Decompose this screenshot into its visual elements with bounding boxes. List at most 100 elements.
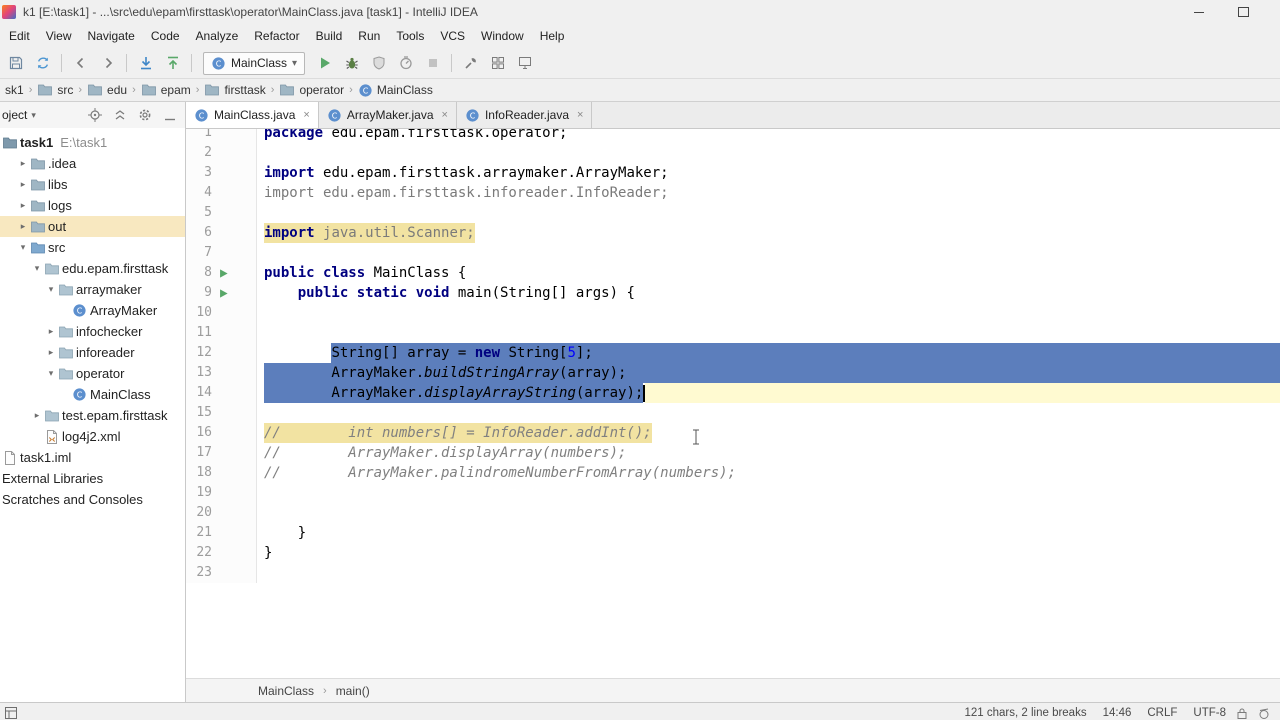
- line-number[interactable]: 13: [186, 363, 212, 383]
- code-line-16[interactable]: 16 // int numbers[] = InfoReader.addInt()…: [186, 423, 1280, 443]
- tree-item-log4j2-xml[interactable]: log4j2.xml: [0, 426, 185, 447]
- minimize-button[interactable]: [1176, 0, 1221, 24]
- menu-run[interactable]: Run: [350, 24, 388, 48]
- code-text[interactable]: [257, 563, 1280, 583]
- chevron-right-icon[interactable]: ▸: [16, 200, 30, 211]
- code-line-2[interactable]: 2: [186, 143, 1280, 163]
- tab-mainclass-java[interactable]: C MainClass.java ×: [186, 102, 319, 128]
- chevron-right-icon[interactable]: ▸: [16, 221, 30, 232]
- grid-button[interactable]: [484, 51, 511, 75]
- lock-icon[interactable]: [1236, 707, 1248, 720]
- breadcrumb-src[interactable]: src: [34, 82, 76, 98]
- breadcrumb-edu[interactable]: edu: [84, 82, 130, 98]
- code-line-10[interactable]: 10: [186, 303, 1280, 323]
- code-line-3[interactable]: 3 import edu.epam.firsttask.arraymaker.Ar…: [186, 163, 1280, 183]
- code-text[interactable]: import edu.epam.firsttask.inforeader.Inf…: [257, 183, 1280, 203]
- code-line-11[interactable]: 11: [186, 323, 1280, 343]
- tree-item-task1[interactable]: task1 E:\task1: [0, 132, 185, 153]
- chevron-down-icon[interactable]: ▾: [44, 284, 58, 295]
- tools-button[interactable]: [457, 51, 484, 75]
- line-number[interactable]: 22: [186, 543, 212, 563]
- line-number[interactable]: 12: [186, 343, 212, 363]
- run-line-icon[interactable]: [212, 283, 257, 303]
- code-line-19[interactable]: 19: [186, 483, 1280, 503]
- breadcrumb-class[interactable]: MainClass: [258, 684, 314, 698]
- code-text[interactable]: }: [257, 543, 1280, 563]
- code-text[interactable]: // ArrayMaker.displayArray(numbers);: [257, 443, 1280, 463]
- close-icon[interactable]: ×: [577, 109, 583, 121]
- menu-edit[interactable]: Edit: [1, 24, 38, 48]
- line-number[interactable]: 20: [186, 503, 212, 523]
- line-number[interactable]: 2: [186, 143, 212, 163]
- chevron-right-icon[interactable]: ▸: [16, 179, 30, 190]
- menu-refactor[interactable]: Refactor: [246, 24, 307, 48]
- line-number[interactable]: 7: [186, 243, 212, 263]
- collapse-all-button[interactable]: [111, 106, 129, 124]
- debug-button[interactable]: [338, 51, 365, 75]
- code-line-9[interactable]: 9 public static void main(String[] args)…: [186, 283, 1280, 303]
- close-icon[interactable]: ×: [303, 109, 309, 121]
- menu-navigate[interactable]: Navigate: [79, 24, 142, 48]
- code-line-12[interactable]: 12 String[] array = new String[5];: [186, 343, 1280, 363]
- breadcrumb-firsttask[interactable]: firsttask: [201, 82, 268, 98]
- back-button[interactable]: [67, 51, 94, 75]
- tree-item-test-epam-firsttask[interactable]: ▸ test.epam.firsttask: [0, 405, 185, 426]
- code-line-21[interactable]: 21 }: [186, 523, 1280, 543]
- tree-item-out[interactable]: ▸ out: [0, 216, 185, 237]
- code-line-4[interactable]: 4 import edu.epam.firsttask.inforeader.In…: [186, 183, 1280, 203]
- code-text[interactable]: public static void main(String[] args) {: [257, 283, 1280, 303]
- tree-item-edu-epam-firsttask[interactable]: ▾ edu.epam.firsttask: [0, 258, 185, 279]
- menu-analyze[interactable]: Analyze: [188, 24, 247, 48]
- line-number[interactable]: 5: [186, 203, 212, 223]
- code-text[interactable]: package edu.epam.firsttask.operator;: [257, 129, 1280, 143]
- tree-item-arraymaker[interactable]: C ArrayMaker: [0, 300, 185, 321]
- breadcrumb-method[interactable]: main(): [336, 684, 370, 698]
- code-editor[interactable]: 1 package edu.epam.firsttask.operator; 2 3 i…: [186, 129, 1280, 678]
- tree-item-infochecker[interactable]: ▸ infochecker: [0, 321, 185, 342]
- line-number[interactable]: 23: [186, 563, 212, 583]
- toolwindow-switcher-icon[interactable]: [5, 707, 17, 719]
- tab-inforeader-java[interactable]: C InfoReader.java ×: [457, 102, 593, 128]
- maximize-button[interactable]: [1221, 0, 1266, 24]
- commit-button[interactable]: [159, 51, 186, 75]
- line-number[interactable]: 21: [186, 523, 212, 543]
- code-line-17[interactable]: 17 // ArrayMaker.displayArray(numbers);: [186, 443, 1280, 463]
- code-line-18[interactable]: 18 // ArrayMaker.palindromeNumberFromArra…: [186, 463, 1280, 483]
- tree-item-mainclass[interactable]: C MainClass: [0, 384, 185, 405]
- tree-item-logs[interactable]: ▸ logs: [0, 195, 185, 216]
- inspections-profile-icon[interactable]: [1258, 707, 1270, 720]
- line-number[interactable]: 19: [186, 483, 212, 503]
- line-number[interactable]: 1: [186, 129, 212, 143]
- status-line-ending[interactable]: CRLF: [1147, 707, 1177, 719]
- code-line-5[interactable]: 5: [186, 203, 1280, 223]
- close-icon[interactable]: ×: [442, 109, 448, 121]
- forward-button[interactable]: [94, 51, 121, 75]
- tree-item-idea[interactable]: ▸ .idea: [0, 153, 185, 174]
- code-text[interactable]: ArrayMaker. buildStringArray (array);: [257, 363, 1280, 383]
- code-line-23[interactable]: 23: [186, 563, 1280, 583]
- tree-item-scratches-and-consoles[interactable]: Scratches and Consoles: [0, 489, 185, 510]
- chevron-right-icon[interactable]: ▸: [44, 326, 58, 337]
- tab-arraymaker-java[interactable]: C ArrayMaker.java ×: [319, 102, 457, 128]
- code-text[interactable]: [257, 303, 1280, 323]
- code-line-22[interactable]: 22}: [186, 543, 1280, 563]
- code-text[interactable]: import java.util.Scanner;: [257, 223, 1280, 243]
- chevron-down-icon[interactable]: ▾: [44, 368, 58, 379]
- code-line-14[interactable]: 14 ArrayMaker. displayArrayString (array);: [186, 383, 1280, 403]
- code-line-1[interactable]: 1 package edu.epam.firsttask.operator;: [186, 129, 1280, 143]
- code-text[interactable]: }: [257, 523, 1280, 543]
- menu-code[interactable]: Code: [143, 24, 188, 48]
- line-number[interactable]: 11: [186, 323, 212, 343]
- locate-button[interactable]: [86, 106, 104, 124]
- chevron-right-icon[interactable]: ▸: [44, 347, 58, 358]
- update-project-button[interactable]: [132, 51, 159, 75]
- project-view-selector[interactable]: oject ▾: [2, 108, 36, 122]
- breadcrumb-epam[interactable]: epam: [138, 82, 194, 98]
- code-line-6[interactable]: 6 import java.util.Scanner;: [186, 223, 1280, 243]
- code-line-20[interactable]: 20: [186, 503, 1280, 523]
- menu-vcs[interactable]: VCS: [432, 24, 473, 48]
- tree-item-task1-iml[interactable]: task1.iml: [0, 447, 185, 468]
- code-text[interactable]: [257, 143, 1280, 163]
- line-number[interactable]: 17: [186, 443, 212, 463]
- tree-item-operator[interactable]: ▾ operator: [0, 363, 185, 384]
